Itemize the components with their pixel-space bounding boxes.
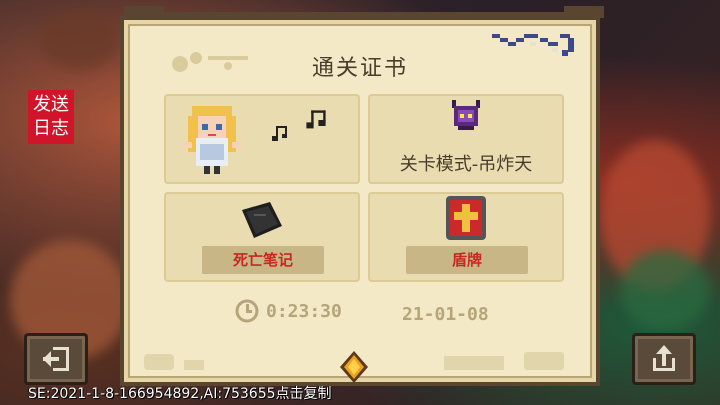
- music-note-icon: [272, 126, 287, 141]
- share-button[interactable]: [632, 333, 696, 385]
- clear-time: 0:23:30: [234, 298, 342, 324]
- frame-top-decoration: [124, 6, 604, 18]
- clock-icon: [235, 299, 259, 323]
- clear-date: 21-01-08: [402, 304, 489, 325]
- clear-time-value: 0:23:30: [266, 300, 342, 322]
- item-label-shield: 盾牌: [406, 246, 528, 274]
- death-note-icon: [242, 202, 282, 238]
- send-log-line2: 日志: [33, 118, 69, 139]
- exit-icon: [43, 347, 69, 371]
- clear-certificate: 通关证书 关卡模式-吊炸天 死亡笔记 盾牌 0:23:30 21-01-08: [120, 6, 604, 386]
- share-icon: [653, 345, 675, 371]
- music-note-icon: [306, 110, 326, 129]
- game-screen: { "send_log": {"line1": "发送", "line2": "…: [0, 0, 720, 405]
- character-avatar: [182, 106, 242, 174]
- exit-button[interactable]: [24, 333, 88, 385]
- shield-icon: [446, 196, 486, 240]
- demon-mode-icon: [452, 100, 480, 130]
- ornament-corner-icon: [492, 34, 574, 56]
- certificate-title: 通关证书: [297, 50, 423, 82]
- item-label-death-note: 死亡笔记: [202, 246, 324, 274]
- send-log-button[interactable]: 发送 日志: [28, 90, 74, 144]
- item-panel-death-note: 死亡笔记: [164, 192, 360, 282]
- gem-icon: [340, 351, 368, 383]
- character-panel: [164, 94, 360, 184]
- mode-label: 关卡模式-吊炸天: [399, 154, 533, 175]
- mode-panel: 关卡模式-吊炸天: [368, 94, 564, 184]
- background-blob: [620, 250, 710, 330]
- seed-copy-text[interactable]: SE:2021-1-8-166954892,AI:753655点击复制: [28, 383, 332, 403]
- background-blob: [40, 10, 120, 70]
- item-panel-shield: 盾牌: [368, 192, 564, 282]
- ornament-left-icon: [172, 52, 248, 72]
- send-log-line1: 发送: [33, 94, 69, 115]
